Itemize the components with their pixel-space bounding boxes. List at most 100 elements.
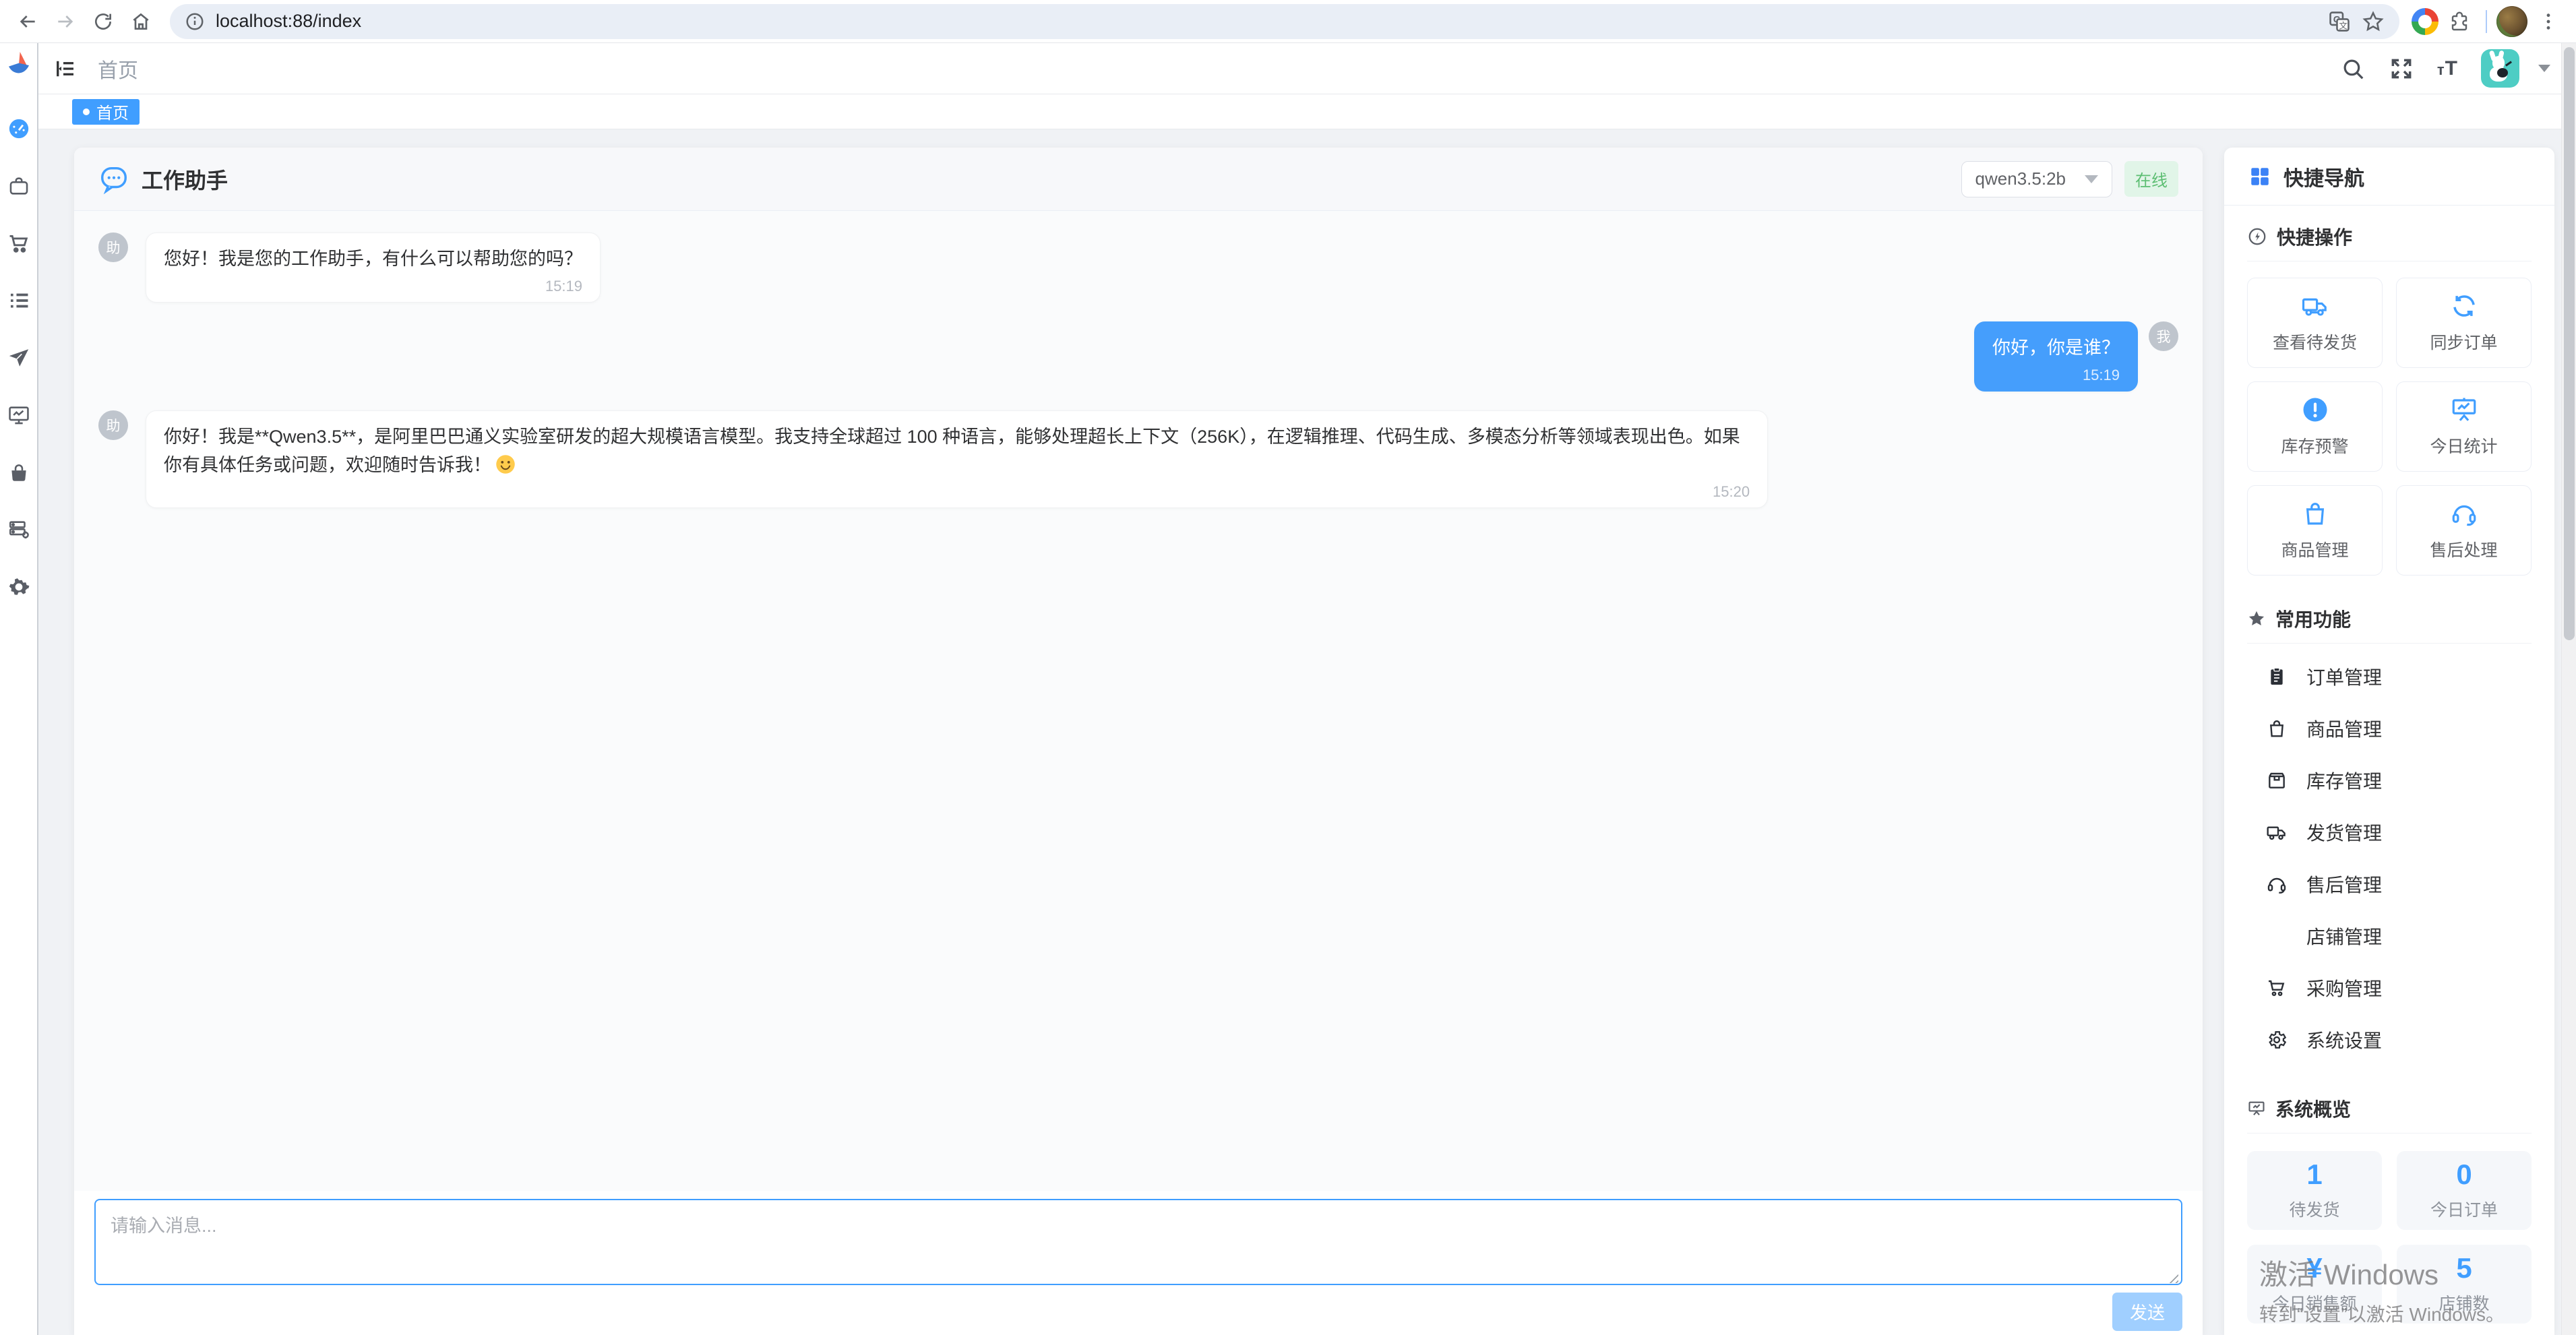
message-bubble: 您好！我是您的工作助手，有什么可以帮助您的吗？ 15:19 xyxy=(146,232,601,303)
reload-icon[interactable] xyxy=(86,5,120,38)
shopping-bag-icon xyxy=(2266,718,2288,739)
section-quick-ops: 快捷操作 xyxy=(2247,223,2532,261)
left-sidebar xyxy=(0,43,38,1335)
back-icon[interactable] xyxy=(11,5,44,38)
section-title: 系统概览 xyxy=(2275,1095,2351,1122)
sidebar-item-bag[interactable] xyxy=(0,443,38,501)
url-bar[interactable]: localhost:88/index G 文 xyxy=(170,4,2399,39)
cart-icon xyxy=(2266,977,2288,999)
fn-item-after-sales-management[interactable]: 售后管理 xyxy=(2247,858,2532,910)
menu-dots-icon[interactable] xyxy=(2532,5,2565,38)
extensions-puzzle-icon[interactable] xyxy=(2443,5,2476,38)
quick-nav-panel: 快捷导航 快捷操作 查看待发货 同步订单 xyxy=(2224,148,2554,1335)
active-dot-icon xyxy=(83,108,90,115)
section-system-overview: 系统概览 xyxy=(2247,1095,2532,1134)
headset-icon xyxy=(2450,499,2478,528)
section-title: 常用功能 xyxy=(2275,605,2351,632)
star-icon xyxy=(2247,609,2266,628)
message-bubble: 你好！我是**Qwen3.5**，是阿里巴巴通义实验室研发的超大规模语言模型。我… xyxy=(146,410,1768,509)
quick-op-today-stats[interactable]: 今日统计 xyxy=(2396,381,2532,472)
user-avatar[interactable] xyxy=(2481,49,2519,88)
message-text: 你好，你是谁？ xyxy=(1992,334,2120,363)
site-info-icon[interactable] xyxy=(185,11,205,32)
lightning-circle-icon xyxy=(2247,226,2267,247)
stat-pending-shipment: 1 待发货 xyxy=(2247,1151,2382,1230)
fn-item-shipping-management[interactable]: 发货管理 xyxy=(2247,806,2532,858)
svg-text:文: 文 xyxy=(2339,20,2348,30)
toolbar-separator xyxy=(2486,10,2487,33)
message-time: 15:19 xyxy=(164,278,582,295)
bookmark-star-icon[interactable] xyxy=(2362,10,2385,33)
page-scrollbar[interactable] xyxy=(2561,43,2576,1335)
model-select-value: qwen3.5:2b xyxy=(1975,168,2066,189)
stats-board-icon xyxy=(2450,396,2478,424)
extension-ring-icon[interactable] xyxy=(2412,8,2439,35)
app-logo[interactable] xyxy=(5,50,32,88)
quick-op-pending-shipment[interactable]: 查看待发货 xyxy=(2247,278,2383,368)
stat-shop-count: 5 店铺数 xyxy=(2397,1245,2532,1324)
grid-icon xyxy=(2248,165,2271,188)
stats-grid: 1 待发货 0 今日订单 ¥ 今日销售额 5 店铺数 xyxy=(2247,1151,2532,1324)
font-size-icon[interactable]: тT xyxy=(2437,57,2458,80)
message-time: 15:20 xyxy=(164,483,1750,501)
quick-op-sync-orders[interactable]: 同步订单 xyxy=(2396,278,2532,368)
translate-icon[interactable]: G 文 xyxy=(2328,10,2351,33)
headset-icon xyxy=(2266,873,2288,895)
fullscreen-icon[interactable] xyxy=(2389,56,2414,82)
assistant-avatar: 助 xyxy=(98,410,128,440)
section-title: 快捷操作 xyxy=(2277,223,2352,250)
send-button[interactable]: 发送 xyxy=(2112,1293,2182,1331)
sidebar-item-send[interactable] xyxy=(0,329,38,386)
message-time: 15:19 xyxy=(1992,367,2120,384)
message-assistant-2: 助 你好！我是**Qwen3.5**，是阿里巴巴通义实验室研发的超大规模语言模型… xyxy=(98,410,2178,509)
model-select[interactable]: qwen3.5:2b xyxy=(1961,161,2112,197)
breadcrumb[interactable]: 首页 xyxy=(98,54,138,84)
search-icon[interactable] xyxy=(2340,56,2366,82)
stat-today-sales: ¥ 今日销售额 xyxy=(2247,1245,2382,1324)
gear-icon xyxy=(2266,1029,2288,1051)
truck-icon xyxy=(2266,821,2288,843)
quick-op-inventory-alert[interactable]: 库存预警 xyxy=(2247,381,2383,472)
clipboard-icon xyxy=(2266,666,2288,687)
package-icon xyxy=(2266,770,2288,791)
scrollbar-thumb[interactable] xyxy=(2564,47,2575,640)
quick-op-product-management[interactable]: 商品管理 xyxy=(2247,485,2383,576)
app-header: 首页 тT xyxy=(38,43,2576,94)
sidebar-item-briefcase[interactable] xyxy=(0,157,38,214)
smiley-emoji-icon xyxy=(495,454,516,474)
fold-menu-icon[interactable] xyxy=(53,57,78,81)
alert-circle-icon xyxy=(2301,396,2329,424)
assistant-avatar: 助 xyxy=(98,232,128,262)
url-text[interactable]: localhost:88/index xyxy=(216,11,2317,32)
profile-avatar[interactable] xyxy=(2496,6,2527,37)
fn-item-product-management[interactable]: 商品管理 xyxy=(2247,702,2532,754)
browser-toolbar: localhost:88/index G 文 xyxy=(0,0,2576,43)
truck-icon xyxy=(2301,292,2329,320)
message-input[interactable] xyxy=(94,1199,2182,1285)
fn-item-inventory-management[interactable]: 库存管理 xyxy=(2247,754,2532,806)
sidebar-item-gear[interactable] xyxy=(0,558,38,615)
message-user-1: 你好，你是谁？ 15:19 我 xyxy=(98,321,2178,392)
main-content: 工作助手 qwen3.5:2b 在线 助 您好！我是您的工作助手，有什么可以帮助… xyxy=(38,129,2561,1335)
sidebar-item-dashboard[interactable] xyxy=(0,100,38,157)
fn-item-purchase-management[interactable]: 采购管理 xyxy=(2247,962,2532,1014)
sidebar-item-list[interactable] xyxy=(0,272,38,329)
chevron-down-icon xyxy=(2085,175,2098,183)
dropdown-caret-icon[interactable] xyxy=(2538,65,2550,72)
shopping-bag-icon xyxy=(2301,499,2329,528)
chat-input-zone: 发送 xyxy=(74,1191,2203,1335)
home-icon[interactable] xyxy=(124,5,158,38)
forward-icon[interactable] xyxy=(49,5,82,38)
tab-home[interactable]: 首页 xyxy=(72,99,140,125)
status-badge: 在线 xyxy=(2124,161,2178,197)
tab-home-label: 首页 xyxy=(96,100,129,123)
fn-item-system-settings[interactable]: 系统设置 xyxy=(2247,1014,2532,1065)
fn-item-shop-management[interactable]: 店铺管理 xyxy=(2247,910,2532,962)
sidebar-item-cart[interactable] xyxy=(0,214,38,272)
chat-bubble-icon xyxy=(98,164,129,195)
sidebar-item-monitor-chart[interactable] xyxy=(0,386,38,443)
sidebar-item-server-gear[interactable] xyxy=(0,501,38,558)
message-assistant-1: 助 您好！我是您的工作助手，有什么可以帮助您的吗？ 15:19 xyxy=(98,232,2178,303)
quick-op-after-sales[interactable]: 售后处理 xyxy=(2396,485,2532,576)
fn-item-order-management[interactable]: 订单管理 xyxy=(2247,650,2532,702)
